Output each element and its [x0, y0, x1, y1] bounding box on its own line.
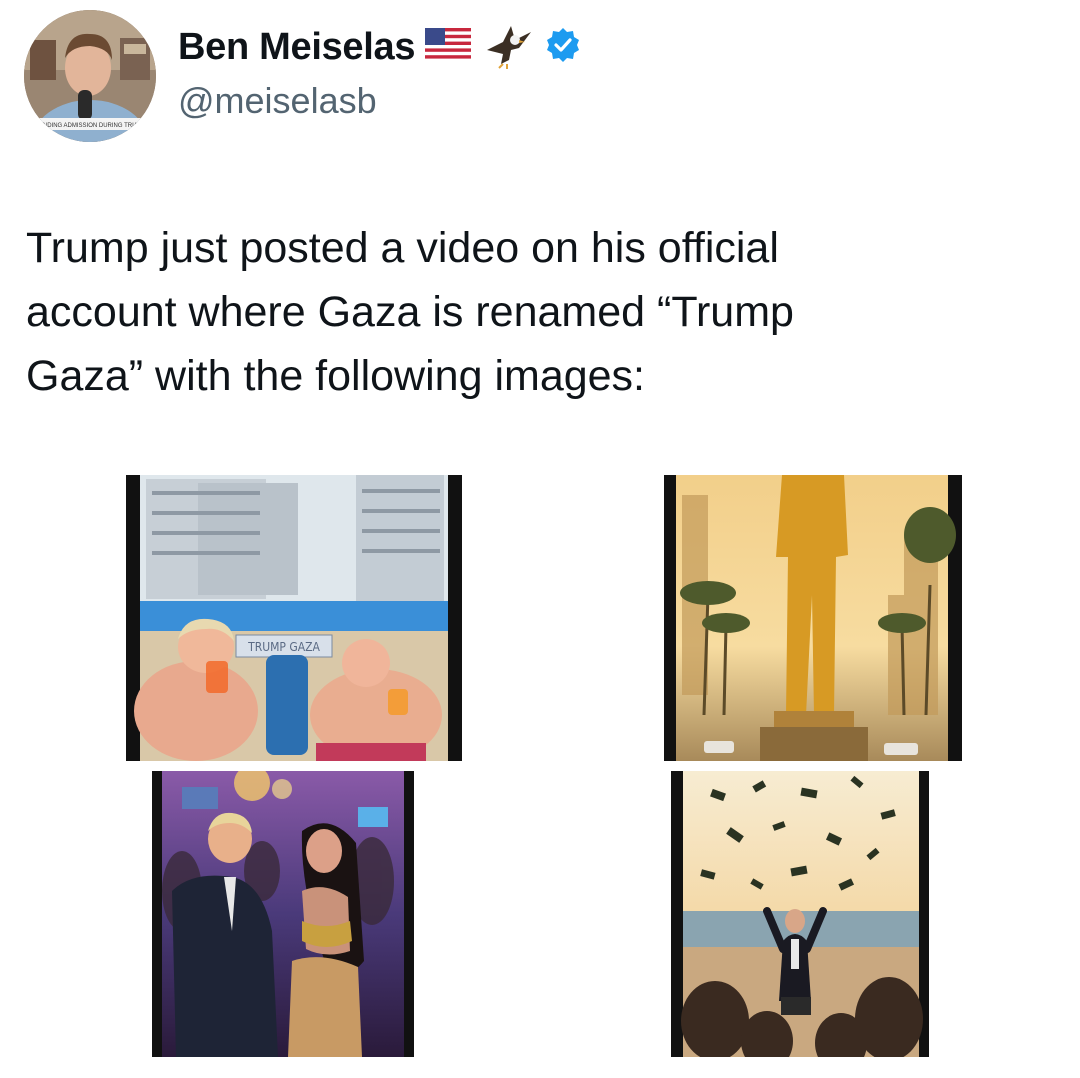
author-avatar[interactable]: ENDING ADMISSION DURING TRIAL — [24, 10, 156, 142]
author-name-row: Ben Meiselas — [178, 22, 581, 72]
us-flag-icon — [425, 27, 472, 67]
media-image-nightclub[interactable] — [152, 771, 414, 1057]
media-image-money-beach[interactable] — [671, 771, 929, 1057]
pool-caption-text: TRUMP GAZA — [247, 640, 320, 654]
media-image-pool[interactable]: TRUMP GAZA — [126, 475, 462, 761]
verified-badge-icon — [545, 27, 581, 68]
eagle-icon — [481, 20, 535, 75]
avatar-caption: ENDING ADMISSION DURING TRIAL — [39, 123, 142, 129]
author-display-name[interactable]: Ben Meiselas — [178, 26, 415, 69]
tweet-text: Trump just posted a video on his officia… — [26, 224, 794, 400]
media-image-gold-statue[interactable] — [664, 475, 962, 761]
author-handle[interactable]: @meiselasb — [178, 80, 377, 122]
